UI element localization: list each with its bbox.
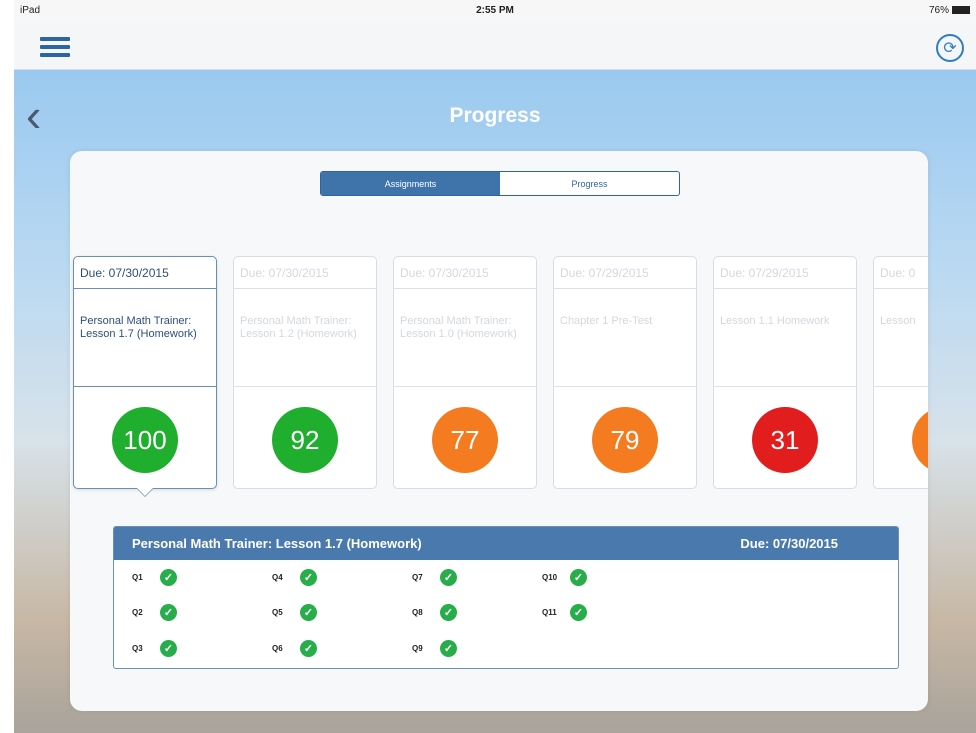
page-title: Progress — [449, 104, 541, 127]
checkmark-icon: ✓ — [160, 604, 177, 621]
assignment-card[interactable]: Due: 07/30/2015 Personal Math Trainer: L… — [73, 256, 217, 497]
checkmark-icon: ✓ — [160, 640, 177, 657]
score-badge: 92 — [272, 407, 338, 473]
battery-icon — [952, 6, 970, 15]
card-assignment-name: Chapter 1 Pre-Test — [554, 289, 696, 387]
checkmark-icon: ✓ — [440, 569, 457, 586]
tab-assignments[interactable]: Assignments — [321, 172, 500, 195]
assignment-detail: Personal Math Trainer: Lesson 1.7 (Homew… — [113, 526, 899, 669]
checkmark-icon: ✓ — [440, 604, 457, 621]
question-result[interactable]: Q9 ✓ — [412, 640, 457, 657]
question-label: Q5 — [272, 608, 283, 617]
checkmark-icon: ✓ — [570, 604, 587, 621]
card-assignment-name: Lesson 1.1 Homework — [714, 289, 856, 387]
checkmark-icon: ✓ — [570, 569, 587, 586]
status-bar: iPad 2:55 PM 76% — [14, 0, 976, 22]
question-result[interactable]: Q11 ✓ — [542, 604, 587, 621]
assignment-card[interactable]: Due: 07/29/2015 Lesson 1.1 Homework 31 — [713, 256, 857, 489]
question-label: Q11 — [542, 608, 557, 617]
question-label: Q8 — [412, 608, 423, 617]
score-badge: 79 — [592, 407, 658, 473]
detail-title: Personal Math Trainer: Lesson 1.7 (Homew… — [132, 536, 422, 551]
question-label: Q1 — [132, 573, 143, 582]
question-result[interactable]: Q5 ✓ — [272, 604, 317, 621]
question-label: Q6 — [272, 644, 283, 653]
card-due-date: Due: 07/30/2015 — [234, 257, 376, 289]
ipad-screen: iPad 2:55 PM 76% ⟳ ‹ Progress Assignment… — [14, 0, 976, 733]
view-segmented-control: Assignments Progress — [320, 171, 680, 196]
question-result[interactable]: Q8 ✓ — [412, 604, 457, 621]
score-badge: 100 — [112, 407, 178, 473]
question-label: Q10 — [542, 573, 558, 582]
nav-bar: ⟳ — [14, 22, 976, 70]
assignment-carousel[interactable]: Due: 07/30/2015 Personal Math Trainer: L… — [70, 256, 928, 497]
checkmark-icon: ✓ — [300, 569, 317, 586]
detail-due-date: Due: 07/30/2015 — [740, 536, 838, 551]
status-time: 2:55 PM — [476, 5, 514, 16]
card-due-date: Due: 07/30/2015 — [74, 257, 216, 289]
question-label: Q3 — [132, 644, 143, 653]
card-due-date: Due: 0 — [874, 257, 928, 289]
question-result[interactable]: Q1 ✓ — [132, 569, 177, 586]
tab-progress[interactable]: Progress — [500, 172, 679, 195]
progress-panel: Assignments Progress Due: 07/30/2015 Per… — [70, 151, 928, 711]
battery-percent: 76% — [928, 5, 949, 16]
battery-indicator: 76% — [929, 5, 970, 16]
checkmark-icon: ✓ — [300, 604, 317, 621]
question-label: Q2 — [132, 608, 143, 617]
score-badge: 77 — [432, 407, 498, 473]
card-pointer-fill — [137, 488, 153, 496]
question-result[interactable]: Q2 ✓ — [132, 604, 177, 621]
card-assignment-name: Personal Math Trainer: Lesson 1.2 (Homew… — [234, 289, 376, 387]
checkmark-icon: ✓ — [300, 640, 317, 657]
hamburger-menu-icon[interactable] — [40, 37, 70, 57]
assignment-card[interactable]: Due: 07/30/2015 Personal Math Trainer: L… — [393, 256, 537, 489]
question-result[interactable]: Q6 ✓ — [272, 640, 317, 657]
question-label: Q4 — [272, 573, 283, 582]
card-assignment-name: Lesson — [874, 289, 928, 387]
question-result[interactable]: Q3 ✓ — [132, 640, 177, 657]
question-result[interactable]: Q7 ✓ — [412, 569, 457, 586]
score-badge — [912, 407, 928, 473]
question-result[interactable]: Q10 ✓ — [542, 569, 587, 586]
assignment-card[interactable]: Due: 0 Lesson — [873, 256, 928, 489]
checkmark-icon: ✓ — [160, 569, 177, 586]
question-result[interactable]: Q4 ✓ — [272, 569, 317, 586]
card-due-date: Due: 07/30/2015 — [394, 257, 536, 289]
card-due-date: Due: 07/29/2015 — [554, 257, 696, 289]
assignment-card[interactable]: Due: 07/30/2015 Personal Math Trainer: L… — [233, 256, 377, 489]
card-assignment-name: Personal Math Trainer: Lesson 1.0 (Homew… — [394, 289, 536, 387]
card-assignment-name: Personal Math Trainer: Lesson 1.7 (Homew… — [74, 289, 216, 387]
checkmark-icon: ✓ — [440, 640, 457, 657]
sync-icon[interactable]: ⟳ — [936, 34, 964, 62]
question-label: Q9 — [412, 644, 423, 653]
card-due-date: Due: 07/29/2015 — [714, 257, 856, 289]
score-badge: 31 — [752, 407, 818, 473]
detail-header: Personal Math Trainer: Lesson 1.7 (Homew… — [114, 527, 898, 560]
question-label: Q7 — [412, 573, 423, 582]
assignment-card[interactable]: Due: 07/29/2015 Chapter 1 Pre-Test 79 — [553, 256, 697, 489]
